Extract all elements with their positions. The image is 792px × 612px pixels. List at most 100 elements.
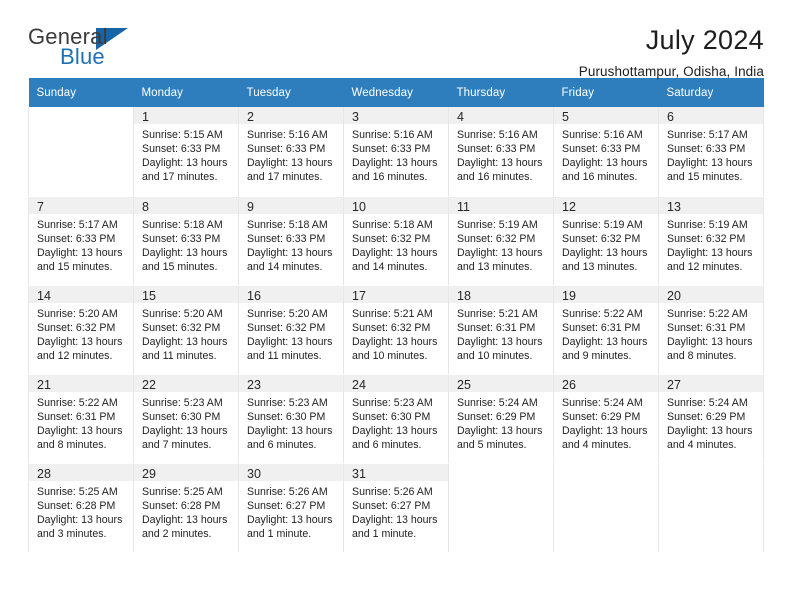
sunset-text: Sunset: 6:33 PM xyxy=(37,232,116,245)
day-details: Sunrise: 5:24 AM Sunset: 6:29 PM Daylight:… xyxy=(554,392,658,452)
calendar-day-cell[interactable]: 10 Sunrise: 5:18 AM Sunset: 6:32 PM Dayligh… xyxy=(343,195,449,286)
calendar-day-cell[interactable]: 14 Sunrise: 5:20 AM Sunset: 6:32 PM Dayligh… xyxy=(28,284,134,375)
daylight-text-line1: Daylight: 13 hours xyxy=(142,513,228,526)
calendar-day-cell[interactable]: 27 Sunrise: 5:24 AM Sunset: 6:29 PM Dayligh… xyxy=(658,373,764,464)
day-number: 13 xyxy=(659,196,763,214)
calendar-week-row: 21 Sunrise: 5:22 AM Sunset: 6:31 PM Dayligh… xyxy=(28,373,764,464)
sunset-text: Sunset: 6:29 PM xyxy=(562,410,641,423)
calendar-day-cell[interactable]: 22 Sunrise: 5:23 AM Sunset: 6:30 PM Dayligh… xyxy=(133,373,239,464)
calendar-day-cell[interactable]: 12 Sunrise: 5:19 AM Sunset: 6:32 PM Dayligh… xyxy=(553,195,659,286)
daylight-text-line2: and 12 minutes. xyxy=(37,349,113,362)
daylight-text-line1: Daylight: 13 hours xyxy=(352,335,438,348)
calendar-day-cell[interactable]: 9 Sunrise: 5:18 AM Sunset: 6:33 PM Daylight… xyxy=(238,195,344,286)
day-number: 5 xyxy=(554,107,658,124)
day-number: 10 xyxy=(344,196,448,214)
day-details: Sunrise: 5:22 AM Sunset: 6:31 PM Daylight:… xyxy=(554,303,658,363)
sunrise-text: Sunrise: 5:16 AM xyxy=(352,129,433,141)
daylight-text-line2: and 13 minutes. xyxy=(457,260,533,273)
day-number: 23 xyxy=(239,374,343,392)
day-details: Sunrise: 5:15 AM Sunset: 6:33 PM Daylight:… xyxy=(134,124,238,184)
calendar-day-cell[interactable]: 20 Sunrise: 5:22 AM Sunset: 6:31 PM Dayligh… xyxy=(658,284,764,375)
daylight-text-line1: Daylight: 13 hours xyxy=(37,513,123,526)
calendar-day-cell[interactable]: 23 Sunrise: 5:23 AM Sunset: 6:30 PM Dayligh… xyxy=(238,373,344,464)
sunset-text: Sunset: 6:32 PM xyxy=(667,232,746,245)
calendar-cell-empty xyxy=(28,107,134,197)
calendar-day-cell[interactable]: 1 Sunrise: 5:15 AM Sunset: 6:33 PM Daylight… xyxy=(133,107,239,197)
calendar-day-cell[interactable]: 4 Sunrise: 5:16 AM Sunset: 6:33 PM Daylight… xyxy=(448,107,554,197)
day-number: 3 xyxy=(344,107,448,124)
daylight-text-line1: Daylight: 13 hours xyxy=(142,424,228,437)
day-number: 18 xyxy=(449,285,553,303)
calendar-day-cell[interactable]: 13 Sunrise: 5:19 AM Sunset: 6:32 PM Dayligh… xyxy=(658,195,764,286)
sunrise-text: Sunrise: 5:21 AM xyxy=(457,307,538,320)
daylight-text-line2: and 11 minutes. xyxy=(142,349,217,362)
calendar-day-cell[interactable]: 15 Sunrise: 5:20 AM Sunset: 6:32 PM Dayligh… xyxy=(133,284,239,375)
weekday-header-wednesday: Wednesday xyxy=(343,78,449,107)
sunset-text: Sunset: 6:27 PM xyxy=(247,499,326,512)
calendar-day-cell[interactable]: 8 Sunrise: 5:18 AM Sunset: 6:33 PM Daylight… xyxy=(133,195,239,286)
day-number xyxy=(659,463,763,481)
calendar-day-cell[interactable]: 30 Sunrise: 5:26 AM Sunset: 6:27 PM Dayligh… xyxy=(238,462,344,553)
daylight-text-line2: and 6 minutes. xyxy=(247,438,317,451)
calendar-day-cell[interactable]: 17 Sunrise: 5:21 AM Sunset: 6:32 PM Dayligh… xyxy=(343,284,449,375)
day-details: Sunrise: 5:26 AM Sunset: 6:27 PM Daylight:… xyxy=(239,481,343,541)
sunset-text: Sunset: 6:32 PM xyxy=(352,232,431,245)
calendar-day-cell[interactable]: 5 Sunrise: 5:16 AM Sunset: 6:33 PM Daylight… xyxy=(553,107,659,197)
sunrise-text: Sunrise: 5:17 AM xyxy=(667,129,748,141)
calendar-day-cell[interactable]: 16 Sunrise: 5:20 AM Sunset: 6:32 PM Dayligh… xyxy=(238,284,344,375)
daylight-text-line2: and 15 minutes. xyxy=(142,260,218,273)
day-details: Sunrise: 5:24 AM Sunset: 6:29 PM Daylight:… xyxy=(659,392,763,452)
calendar-day-cell[interactable]: 3 Sunrise: 5:16 AM Sunset: 6:33 PM Daylight… xyxy=(343,107,449,197)
calendar-day-cell[interactable]: 11 Sunrise: 5:19 AM Sunset: 6:32 PM Dayligh… xyxy=(448,195,554,286)
calendar-day-cell[interactable]: 29 Sunrise: 5:25 AM Sunset: 6:28 PM Dayligh… xyxy=(133,462,239,553)
calendar-day-cell[interactable]: 2 Sunrise: 5:16 AM Sunset: 6:33 PM Daylight… xyxy=(238,107,344,197)
sunset-text: Sunset: 6:33 PM xyxy=(142,232,221,245)
daylight-text-line1: Daylight: 13 hours xyxy=(457,424,543,437)
day-details: Sunrise: 5:22 AM Sunset: 6:31 PM Daylight:… xyxy=(659,303,763,363)
sunset-text: Sunset: 6:33 PM xyxy=(562,143,641,156)
calendar-day-cell[interactable]: 19 Sunrise: 5:22 AM Sunset: 6:31 PM Dayligh… xyxy=(553,284,659,375)
day-number: 4 xyxy=(449,107,553,124)
day-details: Sunrise: 5:21 AM Sunset: 6:32 PM Daylight:… xyxy=(344,303,448,363)
sunset-text: Sunset: 6:33 PM xyxy=(142,143,221,156)
calendar-day-cell[interactable]: 28 Sunrise: 5:25 AM Sunset: 6:28 PM Dayligh… xyxy=(28,462,134,553)
day-number: 28 xyxy=(29,463,133,481)
daylight-text-line2: and 16 minutes. xyxy=(562,171,638,184)
sunset-text: Sunset: 6:31 PM xyxy=(667,321,746,334)
day-number: 8 xyxy=(134,196,238,214)
calendar-day-cell[interactable]: 21 Sunrise: 5:22 AM Sunset: 6:31 PM Dayligh… xyxy=(28,373,134,464)
daylight-text-line1: Daylight: 13 hours xyxy=(247,424,333,437)
sunrise-text: Sunrise: 5:20 AM xyxy=(37,307,118,320)
calendar-day-cell[interactable]: 26 Sunrise: 5:24 AM Sunset: 6:29 PM Dayligh… xyxy=(553,373,659,464)
calendar-day-cell[interactable]: 25 Sunrise: 5:24 AM Sunset: 6:29 PM Dayligh… xyxy=(448,373,554,464)
day-number: 29 xyxy=(134,463,238,481)
daylight-text-line2: and 8 minutes. xyxy=(667,349,737,362)
calendar-day-cell[interactable]: 24 Sunrise: 5:23 AM Sunset: 6:30 PM Dayligh… xyxy=(343,373,449,464)
calendar-week-row: 28 Sunrise: 5:25 AM Sunset: 6:28 PM Dayligh… xyxy=(28,462,764,553)
day-number xyxy=(554,463,658,481)
daylight-text-line2: and 1 minute. xyxy=(352,527,417,540)
day-number: 9 xyxy=(239,196,343,214)
day-details: Sunrise: 5:25 AM Sunset: 6:28 PM Daylight:… xyxy=(134,481,238,541)
sunset-text: Sunset: 6:32 PM xyxy=(247,321,326,334)
general-blue-logo[interactable]: General Blue xyxy=(28,26,148,72)
sunrise-text: Sunrise: 5:16 AM xyxy=(562,129,643,141)
daylight-text-line2: and 11 minutes. xyxy=(247,349,322,362)
day-number: 11 xyxy=(449,196,553,214)
day-number: 17 xyxy=(344,285,448,303)
day-details: Sunrise: 5:21 AM Sunset: 6:31 PM Daylight:… xyxy=(449,303,553,363)
daylight-text-line1: Daylight: 13 hours xyxy=(667,424,753,437)
day-number: 15 xyxy=(134,285,238,303)
calendar-week-row: 14 Sunrise: 5:20 AM Sunset: 6:32 PM Dayligh… xyxy=(28,284,764,375)
daylight-text-line2: and 12 minutes. xyxy=(667,260,743,273)
day-details: Sunrise: 5:17 AM Sunset: 6:33 PM Daylight:… xyxy=(659,124,763,184)
calendar-day-cell[interactable]: 18 Sunrise: 5:21 AM Sunset: 6:31 PM Dayligh… xyxy=(448,284,554,375)
sunset-text: Sunset: 6:33 PM xyxy=(247,232,326,245)
day-details: Sunrise: 5:19 AM Sunset: 6:32 PM Daylight:… xyxy=(659,214,763,274)
calendar-day-cell[interactable]: 6 Sunrise: 5:17 AM Sunset: 6:33 PM Daylight… xyxy=(658,107,764,197)
sunset-text: Sunset: 6:33 PM xyxy=(247,143,326,156)
calendar-day-cell[interactable]: 7 Sunrise: 5:17 AM Sunset: 6:33 PM Daylight… xyxy=(28,195,134,286)
sunset-text: Sunset: 6:28 PM xyxy=(142,499,221,512)
sunset-text: Sunset: 6:33 PM xyxy=(667,143,746,156)
calendar-day-cell[interactable]: 31 Sunrise: 5:26 AM Sunset: 6:27 PM Dayligh… xyxy=(343,462,449,553)
